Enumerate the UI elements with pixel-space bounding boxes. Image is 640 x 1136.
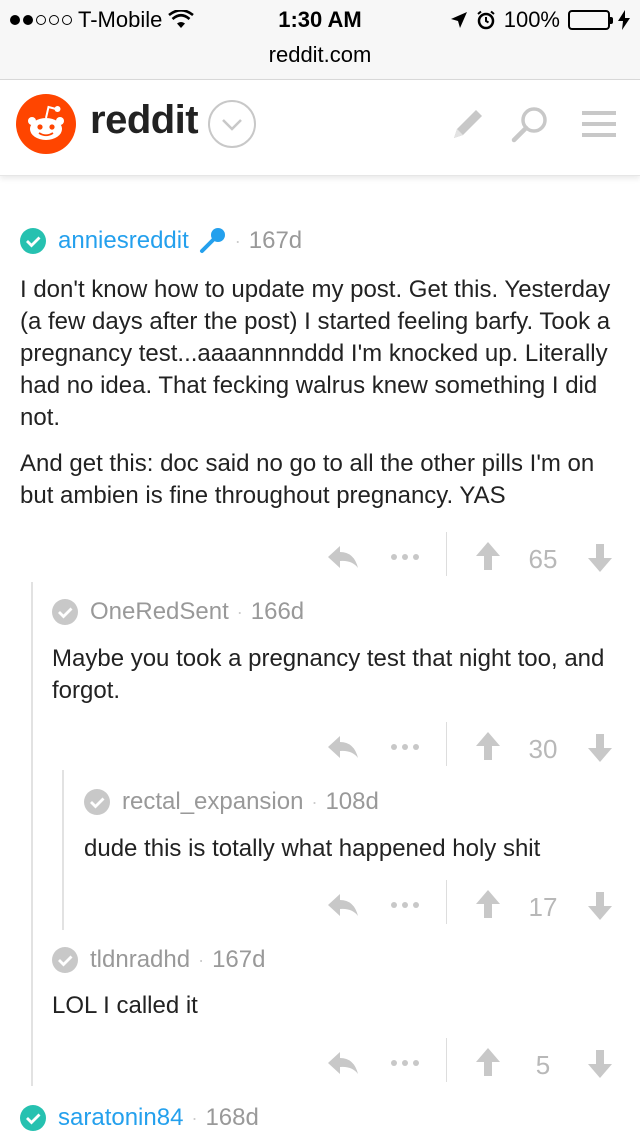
action-divider [446,880,447,924]
reply-icon[interactable] [326,1046,360,1080]
comment-author[interactable]: tldnradhd [90,946,190,974]
check-icon [52,599,78,625]
upvote-icon[interactable] [474,1046,502,1080]
battery-icon [568,10,613,30]
more-icon[interactable] [388,540,422,574]
comment-age: 168d [205,1104,259,1131]
menu-icon[interactable] [578,102,622,146]
comment-author[interactable]: rectal_expansion [122,788,303,816]
comment-actions: 30 [0,722,640,770]
comment-meta: OneRedSent · 166d [52,598,304,626]
comment-age: 108d [325,788,379,815]
comment-meta: saratonin84 · 168d [20,1104,259,1132]
reply-icon[interactable] [326,888,360,922]
search-icon[interactable] [508,102,552,146]
reply-icon[interactable] [326,730,360,764]
comment-author[interactable]: saratonin84 [58,1104,183,1132]
downvote-icon[interactable] [586,1046,614,1080]
comment-actions: 5 [0,1038,640,1086]
pencil-icon[interactable] [446,102,490,146]
url-bar[interactable]: reddit.com [0,42,640,68]
comment-paragraph: I don't know how to update my post. Get … [20,276,611,431]
comment-body: Maybe you took a pregnancy test that nig… [52,643,612,721]
thread-line-depth1 [31,582,33,1086]
downvote-icon[interactable] [586,730,614,764]
comment-body: dude this is totally what happened holy … [84,833,624,879]
more-icon[interactable] [388,1046,422,1080]
check-icon [84,789,110,815]
meta-separator: · [236,601,243,622]
status-bar: T-Mobile 1:30 AM 100% reddit.com [0,0,640,80]
comment-body: I don't know how to update my post. Get … [20,274,620,526]
upvote-icon[interactable] [474,888,502,922]
comment-age: 167d [212,946,266,973]
alarm-icon [477,10,495,30]
check-icon [52,947,78,973]
comment-paragraph: LOL I called it [52,992,198,1019]
action-divider [446,1038,447,1082]
comment-author[interactable]: anniesreddit [58,227,189,255]
op-check-icon [20,228,46,254]
meta-separator: · [198,949,205,970]
comment-age: 167d [248,227,303,254]
op-check-icon [20,1105,46,1131]
reddit-wordmark[interactable]: reddit [90,98,199,143]
comment-meta: rectal_expansion · 108d [84,788,379,816]
comment-age: 166d [250,598,305,625]
charging-bolt-icon [618,10,630,30]
meta-separator: · [191,1107,198,1128]
more-icon[interactable] [388,888,422,922]
comment-score: 5 [535,1050,551,1080]
upvote-icon[interactable] [474,730,502,764]
action-divider [446,722,447,766]
comment-score: 65 [528,544,558,574]
action-divider [446,532,447,576]
comment-paragraph: Maybe you took a pregnancy test that nig… [52,645,605,704]
upvote-icon[interactable] [474,540,502,574]
comment-author[interactable]: OneRedSent [90,598,229,626]
comment-body: LOL I called it [52,990,612,1036]
location-arrow-icon [450,12,467,28]
reddit-alien-logo[interactable] [16,94,76,154]
comment-meta: anniesreddit · 167d [20,226,302,256]
microphone-icon [199,228,225,253]
reply-icon[interactable] [326,540,360,574]
comment-actions: 17 [0,880,640,928]
downvote-icon[interactable] [586,888,614,922]
comment-score: 30 [528,734,558,764]
more-icon[interactable] [388,730,422,764]
battery-percent: 100% [503,7,560,32]
comment-score: 17 [528,892,558,922]
downvote-icon[interactable] [586,540,614,574]
comment-paragraph: dude this is totally what happened holy … [84,835,541,862]
comment-meta: tldnradhd · 167d [52,946,265,974]
comment-paragraph: And get this: doc said no go to all the … [20,450,595,509]
dropdown-chevron-icon[interactable] [208,100,256,148]
status-right: 100% [450,7,630,33]
comment-actions: 65 [0,532,640,580]
meta-separator: · [311,791,318,812]
meta-separator: · [234,230,241,251]
reddit-header: reddit [0,80,640,176]
